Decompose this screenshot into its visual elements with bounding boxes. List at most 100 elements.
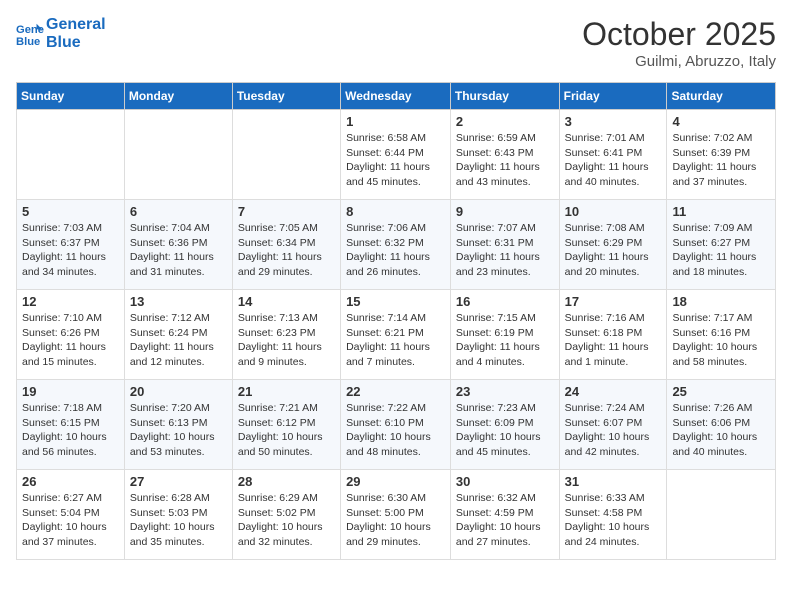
day-number: 30 (456, 474, 554, 489)
day-cell: 2 Sunrise: 6:59 AM Sunset: 6:43 PM Daylig… (450, 110, 559, 200)
day-number: 29 (346, 474, 445, 489)
column-header-monday: Monday (124, 83, 232, 110)
column-header-tuesday: Tuesday (232, 83, 340, 110)
logo-text-line2: Blue (46, 34, 106, 52)
day-info: Sunrise: 7:04 AM Sunset: 6:36 PM Dayligh… (130, 221, 227, 280)
day-cell: 16 Sunrise: 7:15 AM Sunset: 6:19 PM Dayli… (450, 290, 559, 380)
column-header-saturday: Saturday (667, 83, 776, 110)
day-number: 8 (346, 204, 445, 219)
day-number: 12 (22, 294, 119, 309)
week-row-2: 5 Sunrise: 7:03 AM Sunset: 6:37 PM Daylig… (17, 200, 776, 290)
day-cell (232, 110, 340, 200)
day-number: 19 (22, 384, 119, 399)
logo: General Blue General Blue (16, 16, 106, 51)
title-block: October 2025 Guilmi, Abruzzo, Italy (582, 16, 776, 70)
day-number: 14 (238, 294, 335, 309)
day-number: 28 (238, 474, 335, 489)
day-info: Sunrise: 7:21 AM Sunset: 6:12 PM Dayligh… (238, 401, 335, 460)
logo-icon: General Blue (16, 20, 44, 48)
day-info: Sunrise: 7:15 AM Sunset: 6:19 PM Dayligh… (456, 311, 554, 370)
day-info: Sunrise: 7:14 AM Sunset: 6:21 PM Dayligh… (346, 311, 445, 370)
day-number: 26 (22, 474, 119, 489)
day-cell (667, 470, 776, 560)
day-number: 6 (130, 204, 227, 219)
day-info: Sunrise: 6:33 AM Sunset: 4:58 PM Dayligh… (565, 491, 662, 550)
day-number: 2 (456, 114, 554, 129)
day-cell: 30 Sunrise: 6:32 AM Sunset: 4:59 PM Dayli… (450, 470, 559, 560)
day-cell: 17 Sunrise: 7:16 AM Sunset: 6:18 PM Dayli… (559, 290, 667, 380)
day-number: 3 (565, 114, 662, 129)
day-info: Sunrise: 7:13 AM Sunset: 6:23 PM Dayligh… (238, 311, 335, 370)
day-info: Sunrise: 6:32 AM Sunset: 4:59 PM Dayligh… (456, 491, 554, 550)
week-row-3: 12 Sunrise: 7:10 AM Sunset: 6:26 PM Dayli… (17, 290, 776, 380)
day-cell: 4 Sunrise: 7:02 AM Sunset: 6:39 PM Daylig… (667, 110, 776, 200)
day-number: 24 (565, 384, 662, 399)
column-header-wednesday: Wednesday (341, 83, 451, 110)
day-number: 20 (130, 384, 227, 399)
day-info: Sunrise: 7:05 AM Sunset: 6:34 PM Dayligh… (238, 221, 335, 280)
day-info: Sunrise: 6:30 AM Sunset: 5:00 PM Dayligh… (346, 491, 445, 550)
page-header: General Blue General Blue October 2025 G… (16, 16, 776, 70)
day-info: Sunrise: 7:02 AM Sunset: 6:39 PM Dayligh… (672, 131, 770, 190)
day-number: 1 (346, 114, 445, 129)
svg-text:Blue: Blue (16, 36, 40, 48)
day-cell: 28Sunrise: 6:29 AM Sunset: 5:02 PM Dayli… (232, 470, 340, 560)
location: Guilmi, Abruzzo, Italy (582, 53, 776, 70)
day-cell: 7Sunrise: 7:05 AM Sunset: 6:34 PM Daylig… (232, 200, 340, 290)
day-info: Sunrise: 6:58 AM Sunset: 6:44 PM Dayligh… (346, 131, 445, 190)
day-info: Sunrise: 7:10 AM Sunset: 6:26 PM Dayligh… (22, 311, 119, 370)
day-info: Sunrise: 7:17 AM Sunset: 6:16 PM Dayligh… (672, 311, 770, 370)
header-row: SundayMondayTuesdayWednesdayThursdayFrid… (17, 83, 776, 110)
month-title: October 2025 (582, 16, 776, 53)
day-number: 16 (456, 294, 554, 309)
day-number: 18 (672, 294, 770, 309)
week-row-5: 26Sunrise: 6:27 AM Sunset: 5:04 PM Dayli… (17, 470, 776, 560)
day-cell: 3 Sunrise: 7:01 AM Sunset: 6:41 PM Daylig… (559, 110, 667, 200)
day-cell: 18 Sunrise: 7:17 AM Sunset: 6:16 PM Dayli… (667, 290, 776, 380)
day-info: Sunrise: 6:59 AM Sunset: 6:43 PM Dayligh… (456, 131, 554, 190)
day-cell: 19 Sunrise: 7:18 AM Sunset: 6:15 PM Dayli… (17, 380, 125, 470)
day-number: 10 (565, 204, 662, 219)
day-cell: 6 Sunrise: 7:04 AM Sunset: 6:36 PM Daylig… (124, 200, 232, 290)
day-info: Sunrise: 7:18 AM Sunset: 6:15 PM Dayligh… (22, 401, 119, 460)
column-header-friday: Friday (559, 83, 667, 110)
day-cell: 21 Sunrise: 7:21 AM Sunset: 6:12 PM Dayli… (232, 380, 340, 470)
day-number: 17 (565, 294, 662, 309)
day-cell: 13 Sunrise: 7:12 AM Sunset: 6:24 PM Dayli… (124, 290, 232, 380)
day-number: 4 (672, 114, 770, 129)
day-cell: 25Sunrise: 7:26 AM Sunset: 6:06 PM Dayli… (667, 380, 776, 470)
day-info: Sunrise: 7:09 AM Sunset: 6:27 PM Dayligh… (672, 221, 770, 280)
day-info: Sunrise: 6:28 AM Sunset: 5:03 PM Dayligh… (130, 491, 227, 550)
week-row-4: 19 Sunrise: 7:18 AM Sunset: 6:15 PM Dayli… (17, 380, 776, 470)
day-cell: 8 Sunrise: 7:06 AM Sunset: 6:32 PM Daylig… (341, 200, 451, 290)
day-cell: 22Sunrise: 7:22 AM Sunset: 6:10 PM Dayli… (341, 380, 451, 470)
day-number: 13 (130, 294, 227, 309)
day-cell: 15 Sunrise: 7:14 AM Sunset: 6:21 PM Dayli… (341, 290, 451, 380)
logo-text-line1: General (46, 16, 106, 34)
day-cell: 27 Sunrise: 6:28 AM Sunset: 5:03 PM Dayli… (124, 470, 232, 560)
day-info: Sunrise: 7:12 AM Sunset: 6:24 PM Dayligh… (130, 311, 227, 370)
column-header-thursday: Thursday (450, 83, 559, 110)
day-info: Sunrise: 7:03 AM Sunset: 6:37 PM Dayligh… (22, 221, 119, 280)
day-number: 21 (238, 384, 335, 399)
day-number: 5 (22, 204, 119, 219)
day-cell: 24Sunrise: 7:24 AM Sunset: 6:07 PM Dayli… (559, 380, 667, 470)
day-cell: 5 Sunrise: 7:03 AM Sunset: 6:37 PM Daylig… (17, 200, 125, 290)
day-number: 11 (672, 204, 770, 219)
day-cell: 26Sunrise: 6:27 AM Sunset: 5:04 PM Dayli… (17, 470, 125, 560)
day-cell (17, 110, 125, 200)
column-header-sunday: Sunday (17, 83, 125, 110)
day-number: 15 (346, 294, 445, 309)
day-number: 25 (672, 384, 770, 399)
calendar-table: SundayMondayTuesdayWednesdayThursdayFrid… (16, 82, 776, 560)
day-info: Sunrise: 7:16 AM Sunset: 6:18 PM Dayligh… (565, 311, 662, 370)
day-number: 31 (565, 474, 662, 489)
week-row-1: 1 Sunrise: 6:58 AM Sunset: 6:44 PM Daylig… (17, 110, 776, 200)
day-cell: 29 Sunrise: 6:30 AM Sunset: 5:00 PM Dayli… (341, 470, 451, 560)
day-info: Sunrise: 7:20 AM Sunset: 6:13 PM Dayligh… (130, 401, 227, 460)
day-info: Sunrise: 7:07 AM Sunset: 6:31 PM Dayligh… (456, 221, 554, 280)
day-cell: 9Sunrise: 7:07 AM Sunset: 6:31 PM Daylig… (450, 200, 559, 290)
day-info: Sunrise: 7:01 AM Sunset: 6:41 PM Dayligh… (565, 131, 662, 190)
day-number: 27 (130, 474, 227, 489)
day-info: Sunrise: 7:06 AM Sunset: 6:32 PM Dayligh… (346, 221, 445, 280)
